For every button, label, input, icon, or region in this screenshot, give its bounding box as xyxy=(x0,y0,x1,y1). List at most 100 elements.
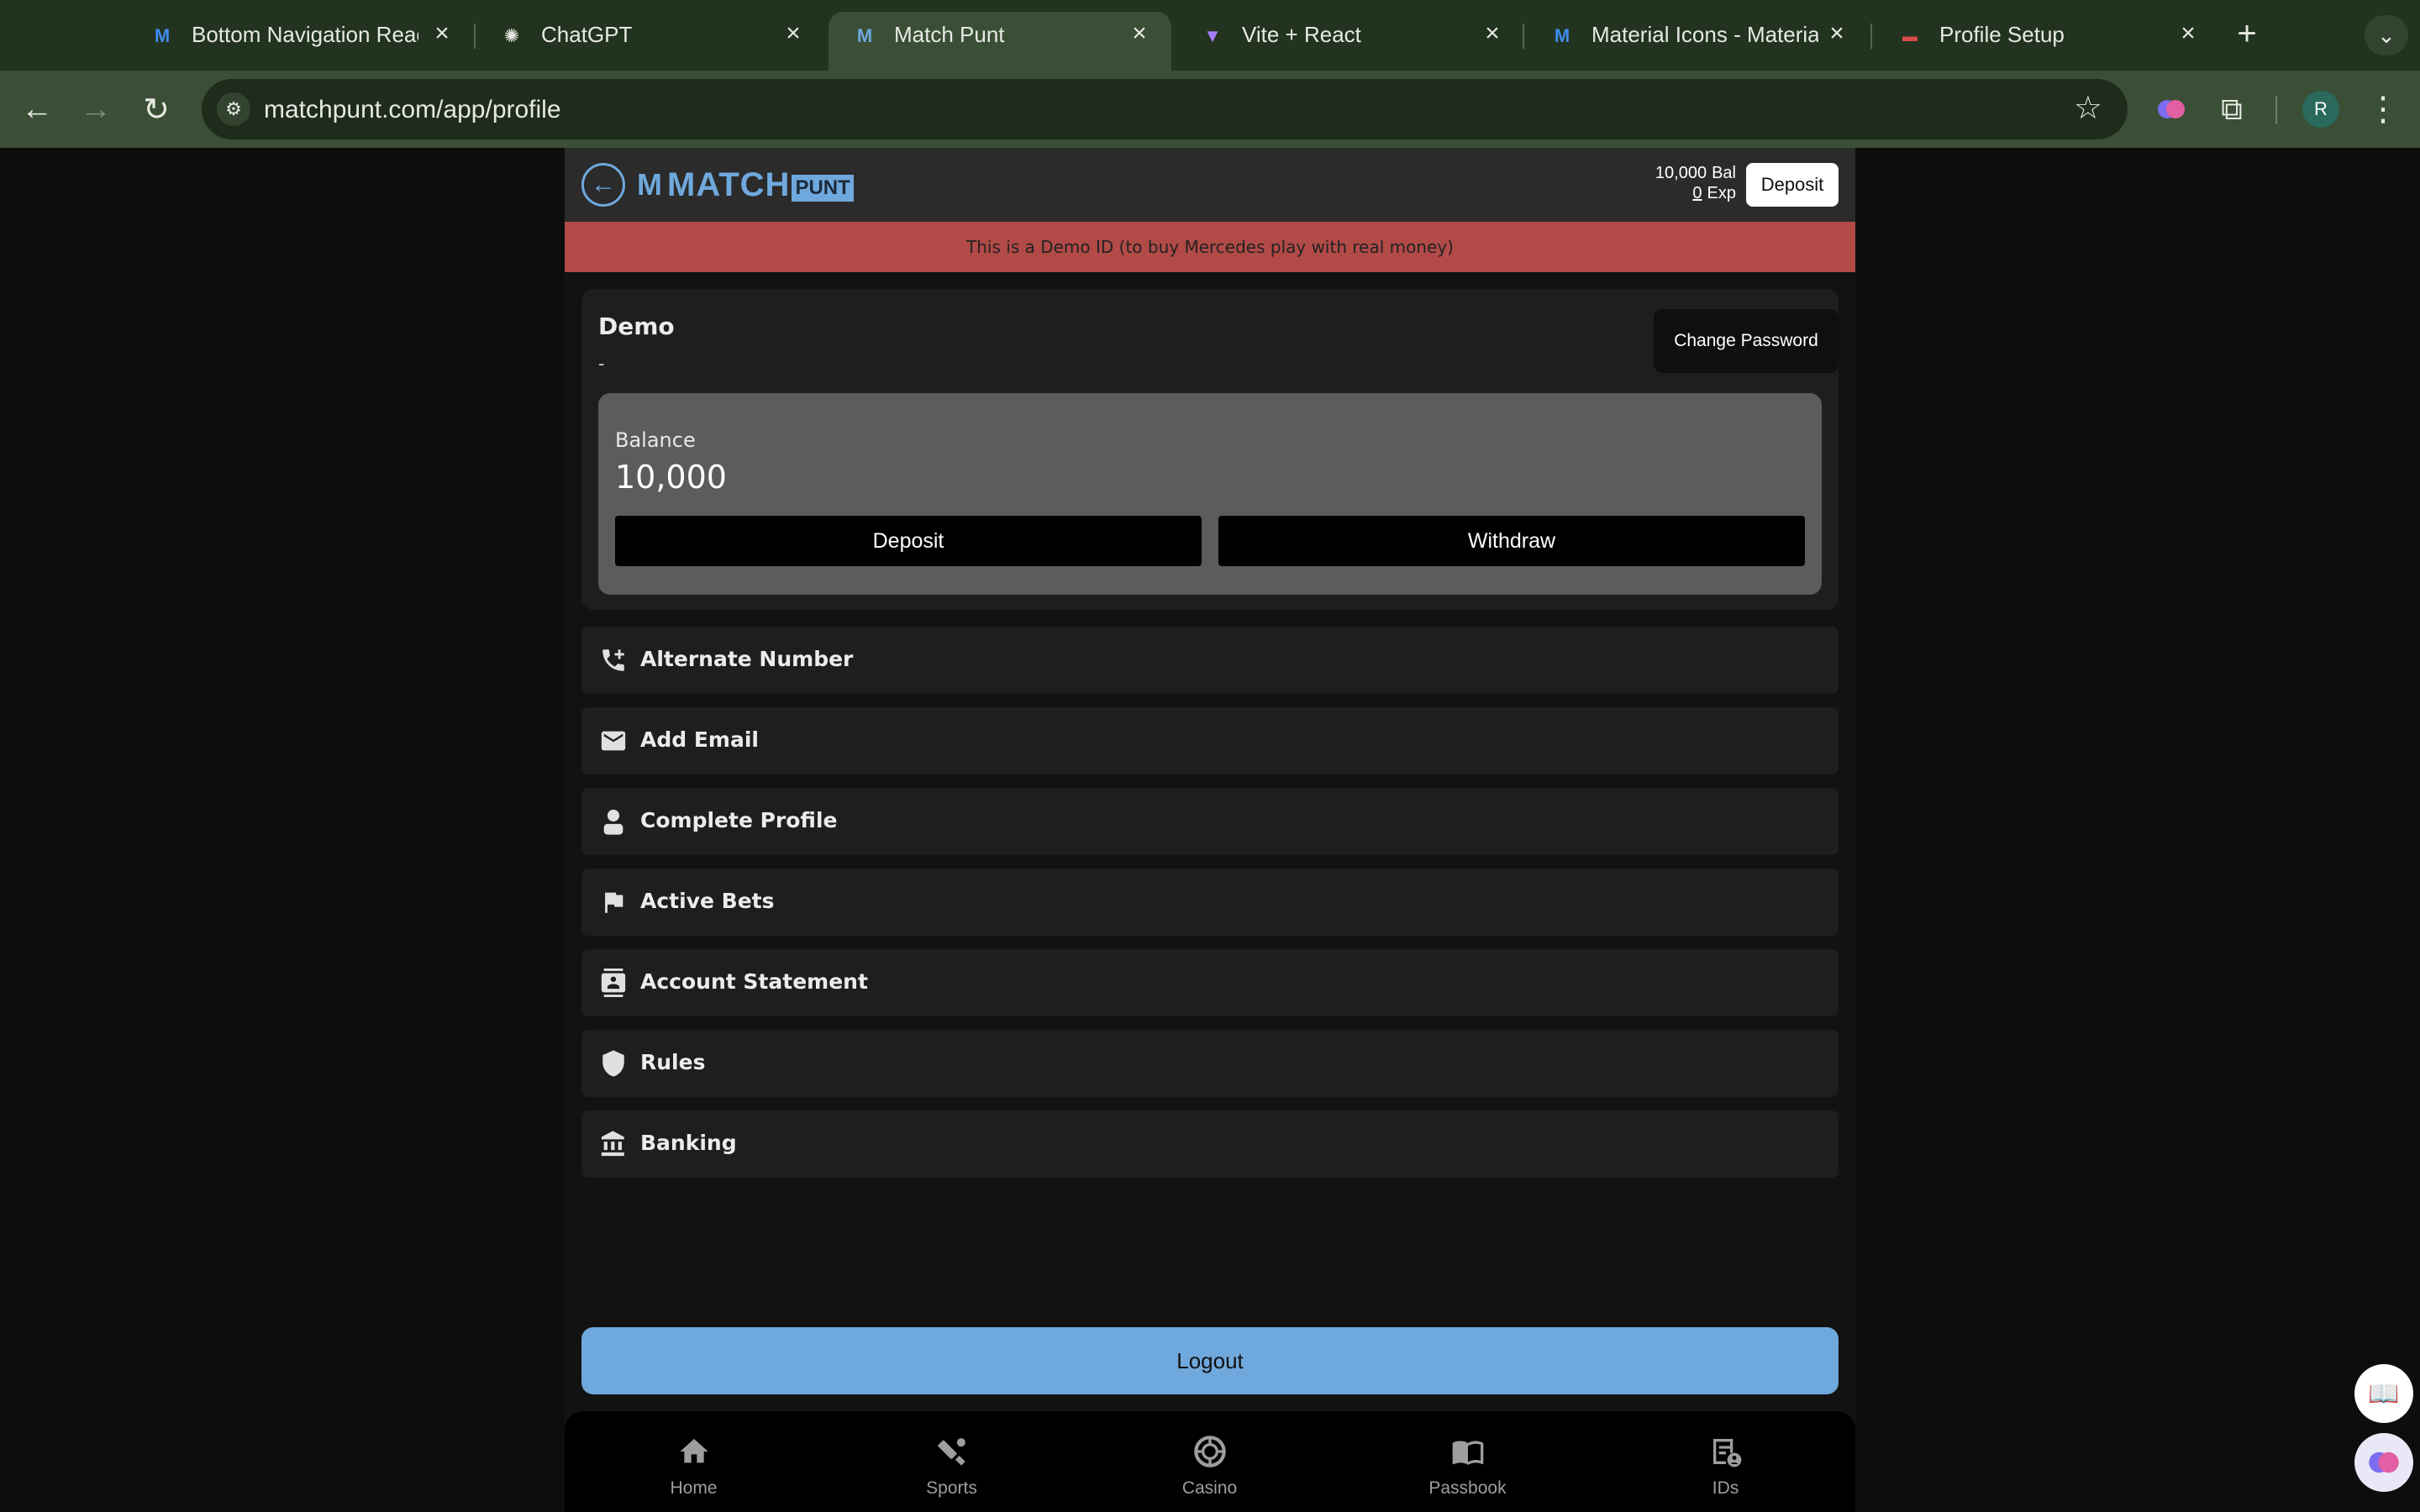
menu-item-account-statement[interactable]: Account Statement xyxy=(581,949,1839,1016)
balance-label: Bal xyxy=(1712,164,1736,182)
browser-tab[interactable]: ▬ Profile Setup × xyxy=(1874,12,2217,59)
menu-item-label: Banking xyxy=(640,1131,737,1155)
contacts-icon xyxy=(597,966,630,1000)
header-deposit-button[interactable]: Deposit xyxy=(1746,163,1839,207)
back-button[interactable]: ← xyxy=(17,89,57,129)
shield-icon xyxy=(597,1047,630,1080)
nav-label: Sports xyxy=(926,1478,977,1498)
tab-title: Vite + React xyxy=(1242,22,1361,47)
casino-chip-icon xyxy=(1081,1433,1339,1470)
bank-icon xyxy=(597,1127,630,1161)
tab-title: Profile Setup xyxy=(1939,22,2065,47)
close-icon[interactable]: × xyxy=(778,18,808,49)
close-icon[interactable]: × xyxy=(2173,18,2203,49)
close-icon[interactable]: × xyxy=(427,18,457,49)
address-bar[interactable]: ⚙ matchpunt.com/app/profile ☆ xyxy=(202,79,2128,139)
chevron-down-icon: ⌄ xyxy=(2377,22,2396,48)
logout-button[interactable]: Logout xyxy=(581,1327,1839,1394)
brain-extension-button[interactable] xyxy=(2354,1433,2413,1492)
tab-search-button[interactable]: ⌄ xyxy=(2365,15,2408,55)
nav-passbook[interactable]: Passbook xyxy=(1339,1411,1597,1512)
browser-tab[interactable]: M Material Icons - Material × xyxy=(1526,12,1869,59)
openai-icon: ✺ xyxy=(503,25,520,46)
bookmark-star-icon[interactable]: ☆ xyxy=(2074,89,2102,127)
logo-mark-icon: M xyxy=(637,167,662,202)
more-menu-icon[interactable]: ⋮ xyxy=(2365,89,2402,129)
forward-button[interactable]: → xyxy=(76,89,116,129)
reload-button[interactable]: ↻ xyxy=(136,89,176,129)
add-call-icon xyxy=(597,643,630,677)
menu-item-banking[interactable]: Banking xyxy=(581,1110,1839,1178)
back-arrow-icon[interactable]: ← xyxy=(581,163,625,207)
matchpunt-logo[interactable]: M MATCH PUNT xyxy=(637,165,854,205)
menu-item-label: Complete Profile xyxy=(640,808,838,832)
balance-summary: 10,000 Bal 0 Exp xyxy=(1655,163,1736,203)
user-subtitle: - xyxy=(598,353,605,374)
tab-separator xyxy=(1523,24,1524,49)
browser-tab[interactable]: ▼ Vite + React × xyxy=(1176,12,1526,59)
menu-item-label: Alternate Number xyxy=(640,647,854,671)
book-open-icon: 📖 xyxy=(2368,1379,2400,1408)
tab-title: Bottom Navigation Reac xyxy=(192,22,418,47)
nav-label: IDs xyxy=(1712,1478,1739,1498)
menu-item-label: Add Email xyxy=(640,727,759,752)
home-icon xyxy=(565,1433,823,1470)
reader-book-button[interactable]: 📖 xyxy=(2354,1364,2413,1423)
exposure-label: Exp xyxy=(1707,184,1736,202)
balance-label: Balance xyxy=(615,428,696,452)
person-icon xyxy=(597,805,630,838)
menu-item-label: Active Bets xyxy=(640,889,775,913)
nav-label: Home xyxy=(670,1478,718,1498)
nav-label: Casino xyxy=(1181,1478,1238,1498)
matchpunt-icon: M xyxy=(856,25,873,46)
menu-item-label: Account Statement xyxy=(640,969,868,994)
profile-setup-icon: ▬ xyxy=(1902,27,1918,45)
url-text[interactable]: matchpunt.com/app/profile xyxy=(264,96,561,124)
extensions-puzzle-icon[interactable]: ⧉ xyxy=(2210,87,2254,131)
profile-avatar[interactable]: R xyxy=(2302,91,2339,128)
user-name: Demo xyxy=(598,312,675,340)
mui-logo-icon: M xyxy=(1554,25,1570,46)
reload-icon: ↻ xyxy=(143,92,170,128)
browser-tab-active[interactable]: M Match Punt × xyxy=(829,12,1171,71)
new-tab-button[interactable]: + xyxy=(2228,15,2265,52)
nav-label: Passbook xyxy=(1428,1478,1507,1498)
browser-tab[interactable]: ✺ ChatGPT × xyxy=(476,12,825,59)
app-container: ← M MATCH PUNT 10,000 Bal 0 Exp Deposit Th… xyxy=(565,148,1855,1512)
withdraw-button[interactable]: Withdraw xyxy=(1218,516,1805,566)
menu-item-rules[interactable]: Rules xyxy=(581,1030,1839,1097)
extension-brain-icon[interactable] xyxy=(2149,87,2193,131)
exposure-row: 0 Exp xyxy=(1655,183,1736,203)
close-icon[interactable]: × xyxy=(1822,18,1852,49)
nav-home[interactable]: Home xyxy=(565,1411,823,1512)
change-password-button[interactable]: Change Password xyxy=(1654,309,1839,373)
toolbar-separator xyxy=(2275,96,2277,124)
demo-banner: This is a Demo ID (to buy Mercedes play … xyxy=(565,222,1855,272)
bottom-navigation: Home Sports Casino Passbook IDs xyxy=(565,1411,1855,1512)
browser-tab-strip: M Bottom Navigation Reac × ✺ ChatGPT × M… xyxy=(0,0,2420,71)
site-info-icon[interactable]: ⚙ xyxy=(217,92,250,126)
balance-amount: 10,000 xyxy=(615,459,727,496)
close-icon[interactable]: × xyxy=(1477,18,1507,49)
nav-casino[interactable]: Casino xyxy=(1081,1411,1339,1512)
menu-item-active-bets[interactable]: Active Bets xyxy=(581,869,1839,936)
email-icon xyxy=(597,724,630,758)
deposit-button[interactable]: Deposit xyxy=(615,516,1202,566)
tab-title: Match Punt xyxy=(894,22,1005,47)
menu-item-label: Rules xyxy=(640,1050,706,1074)
browser-tab[interactable]: M Bottom Navigation Reac × xyxy=(126,12,462,59)
tab-separator xyxy=(1870,24,1872,49)
menu-item-add-email[interactable]: Add Email xyxy=(581,707,1839,774)
menu-item-complete-profile[interactable]: Complete Profile xyxy=(581,788,1839,855)
nav-ids[interactable]: IDs xyxy=(1597,1411,1854,1512)
logo-sub-text: PUNT xyxy=(792,175,854,202)
tab-title: Material Icons - Material xyxy=(1591,22,1818,47)
arrow-right-icon: → xyxy=(80,91,112,127)
exposure-value[interactable]: 0 xyxy=(1692,184,1702,202)
sports-cricket-icon xyxy=(823,1433,1081,1470)
logo-main-text: MATCH xyxy=(667,165,791,203)
book-icon xyxy=(1339,1433,1597,1470)
nav-sports[interactable]: Sports xyxy=(823,1411,1081,1512)
menu-item-alternate-number[interactable]: Alternate Number xyxy=(581,627,1839,694)
close-icon[interactable]: × xyxy=(1124,18,1155,49)
